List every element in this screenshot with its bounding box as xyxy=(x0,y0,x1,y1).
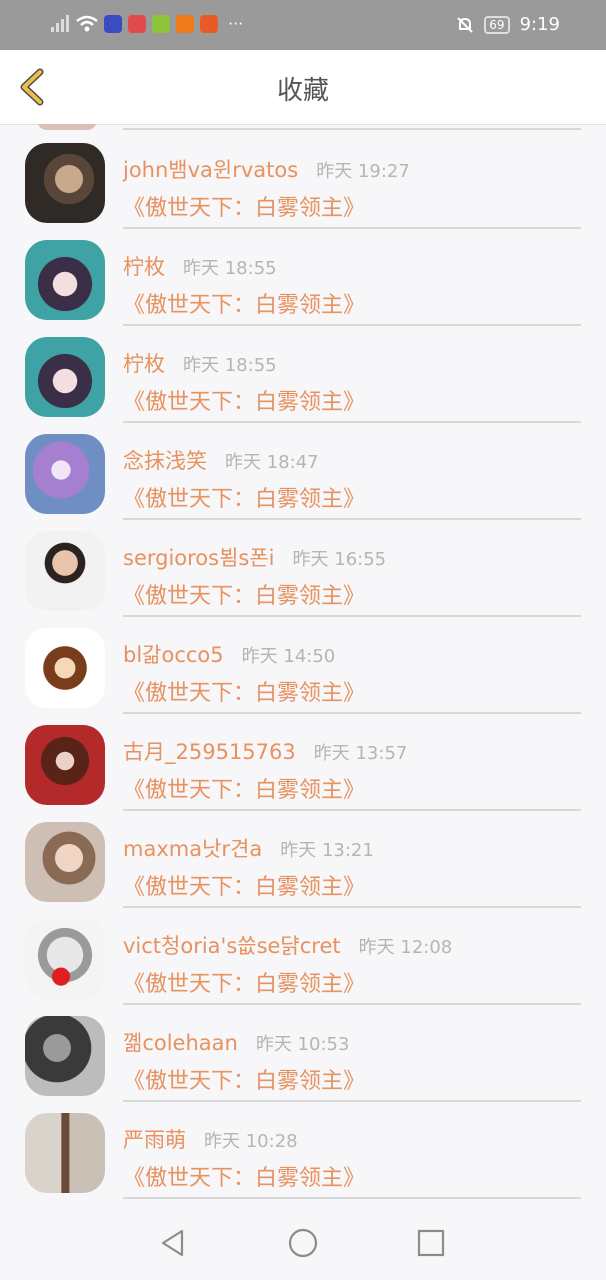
divider xyxy=(123,1197,581,1199)
home-circle-icon[interactable] xyxy=(288,1228,318,1258)
user-name: 꼚colehaan 昨天 10:53 xyxy=(123,1031,350,1055)
list-item[interactable]: maxma낫r견a 昨天 13:21 《傲世天下：白雾领主》 xyxy=(0,811,606,908)
book-title[interactable]: 《傲世天下：白雾领主》 xyxy=(123,1063,365,1095)
list-item[interactable]: 柠枚 昨天 18:55 《傲世天下：白雾领主》 xyxy=(0,326,606,423)
user-name: sergioros뵘s폰i 昨天 16:55 xyxy=(123,546,387,570)
timestamp: 昨天 14:50 xyxy=(241,646,336,667)
user-name: 严雨萌 昨天 10:28 xyxy=(123,1128,298,1152)
avatar[interactable] xyxy=(25,337,105,417)
divider xyxy=(123,128,581,130)
clock: 9:19 xyxy=(519,14,560,35)
status-icons-left: ··· xyxy=(50,14,243,33)
book-title[interactable]: 《傲世天下：白雾领主》 xyxy=(123,384,365,416)
app-notification-icon xyxy=(104,14,122,33)
book-title[interactable]: 《傲世天下：白雾领主》 xyxy=(123,966,365,998)
avatar[interactable] xyxy=(25,531,105,611)
book-title[interactable]: 《傲世天下：白雾领主》 xyxy=(123,578,365,610)
avatar[interactable] xyxy=(25,919,105,999)
avatar[interactable] xyxy=(25,1016,105,1096)
timestamp: 昨天 10:28 xyxy=(204,1131,298,1152)
timestamp: 昨天 10:53 xyxy=(255,1034,350,1055)
list-item[interactable]: sergioros뵘s폰i 昨天 16:55 《傲世天下：白雾领主》 xyxy=(0,520,606,617)
status-bar: ··· 69 9:19 xyxy=(0,0,606,50)
status-icons-right: 69 9:19 xyxy=(456,14,560,35)
user-name: 柠枚 昨天 18:55 xyxy=(123,352,277,376)
back-triangle-icon[interactable] xyxy=(158,1228,188,1258)
signal-icon xyxy=(51,14,69,32)
app-notification-icon xyxy=(152,14,170,33)
list-item[interactable]: 念抹浅笑 昨天 18:47 《傲世天下：白雾领主》 xyxy=(0,423,606,520)
avatar[interactable] xyxy=(25,822,105,902)
user-name: john뱀va윈rvatos 昨天 19:27 xyxy=(123,158,410,182)
user-name: 念抹浅笑 昨天 18:47 xyxy=(123,449,319,473)
book-title[interactable]: 《傲世天下：白雾领主》 xyxy=(123,287,365,319)
more-notifications-icon: ··· xyxy=(228,14,244,33)
avatar[interactable] xyxy=(25,434,105,514)
app-notification-icon xyxy=(128,14,146,33)
list-item[interactable]: 꼚colehaan 昨天 10:53 《傲世天下：白雾领主》 xyxy=(0,1005,606,1102)
app-notification-icon xyxy=(200,14,218,33)
mute-bell-icon xyxy=(457,16,474,33)
app-notification-icon xyxy=(176,14,194,33)
avatar[interactable] xyxy=(25,240,105,320)
system-nav-bar xyxy=(0,1204,606,1280)
list-item[interactable]: bl갊occo5 昨天 14:50 《傲世天下：白雾领主》 xyxy=(0,617,606,714)
user-name: 柠枚 昨天 18:55 xyxy=(123,255,277,279)
timestamp: 昨天 12:08 xyxy=(358,937,453,958)
list-item[interactable]: 柠枚 昨天 18:55 《傲世天下：白雾领主》 xyxy=(0,229,606,326)
recents-square-icon[interactable] xyxy=(416,1228,446,1258)
book-title[interactable]: 《傲世天下：白雾领主》 xyxy=(123,675,365,707)
avatar[interactable] xyxy=(25,1113,105,1193)
book-title[interactable]: 《傲世天下：白雾领主》 xyxy=(123,869,365,901)
list-item[interactable]: 古月_259515763 昨天 13:57 《傲世天下：白雾领主》 xyxy=(0,714,606,811)
user-name: maxma낫r견a 昨天 13:21 xyxy=(123,837,374,861)
user-name: vict청oria's씂se댥cret 昨天 12:08 xyxy=(123,934,453,958)
list-item[interactable]: john뱀va윈rvatos 昨天 19:27 《傲世天下：白雾领主》 xyxy=(0,132,606,229)
timestamp: 昨天 18:55 xyxy=(183,258,277,279)
battery-indicator: 69 xyxy=(484,15,510,34)
timestamp: 昨天 18:55 xyxy=(183,355,277,376)
timestamp: 昨天 13:57 xyxy=(313,743,408,764)
avatar[interactable] xyxy=(25,143,105,223)
user-name: bl갊occo5 昨天 14:50 xyxy=(123,643,336,667)
avatar[interactable] xyxy=(25,725,105,805)
timestamp: 昨天 19:27 xyxy=(316,161,410,182)
timestamp: 昨天 13:21 xyxy=(280,840,374,861)
favorites-list: john뱀va윈rvatos 昨天 19:27 《傲世天下：白雾领主》 柠枚 昨天 … xyxy=(0,124,606,1204)
book-title[interactable]: 《傲世天下：白雾领主》 xyxy=(123,772,365,804)
avatar xyxy=(37,124,97,130)
timestamp: 昨天 16:55 xyxy=(292,549,387,570)
book-title[interactable]: 《傲世天下：白雾领主》 xyxy=(123,481,365,513)
timestamp: 昨天 18:47 xyxy=(225,452,319,473)
list-item[interactable]: vict청oria's씂se댥cret 昨天 12:08 《傲世天下：白雾领主》 xyxy=(0,908,606,1005)
header-bar: 收藏 xyxy=(0,50,606,125)
list-item[interactable]: 严雨萌 昨天 10:28 《傲世天下：白雾领主》 xyxy=(0,1102,606,1199)
book-title[interactable]: 《傲世天下：白雾领主》 xyxy=(123,1160,365,1192)
page-title: 收藏 xyxy=(276,76,329,106)
book-title[interactable]: 《傲世天下：白雾领主》 xyxy=(123,190,365,222)
avatar[interactable] xyxy=(25,628,105,708)
user-name: 古月_259515763 昨天 13:57 xyxy=(123,740,408,764)
wifi-icon xyxy=(76,15,98,31)
